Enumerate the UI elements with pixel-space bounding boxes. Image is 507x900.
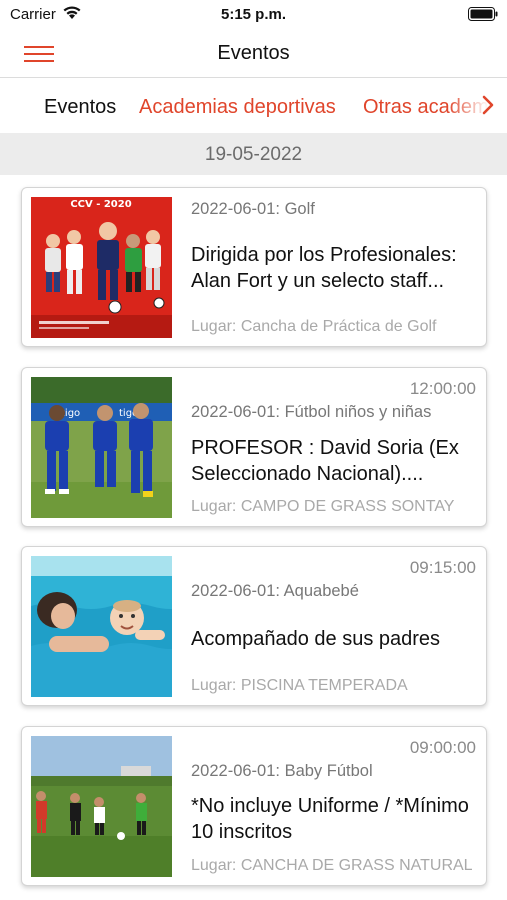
event-place: Lugar: CAMPO DE GRASS SONTAY [191, 498, 455, 515]
event-title: *No incluye Uniforme / *Mínimo 10 inscri… [191, 795, 469, 843]
event-card-baby-futbol[interactable]: 09:00:00 2022-06-01: Baby Fútbol *No inc… [21, 726, 487, 886]
tab-eventos[interactable]: Eventos [44, 96, 116, 119]
battery-icon [468, 7, 498, 21]
category-tabs: Eventos Academias deportivas Otras acade… [0, 80, 507, 132]
date-section-header: 19-05-2022 [0, 133, 507, 175]
tab-academias-deportivas[interactable]: Academias deportivas [139, 96, 336, 119]
event-title: Dirigida por los Profesionales: Alan For… [191, 244, 457, 292]
event-meta: 2022-06-01: Baby Fútbol [191, 762, 373, 780]
event-title: Acompañado de sus padres [191, 628, 441, 650]
event-meta: 2022-06-01: Fútbol niños y niñas [191, 403, 432, 421]
kids-football-photo: tigo tigo [31, 377, 172, 518]
hamburger-icon [24, 46, 54, 48]
golf-event-poster: CCV - 2020 [31, 197, 172, 338]
nav-header: Eventos [0, 30, 507, 78]
event-card-futbol[interactable]: tigo tigo 12:00:00 2022-06-01: Fútbol ni… [21, 367, 487, 527]
event-time: 09:15:00 [409, 558, 476, 577]
event-meta: 2022-06-01: Aquabebé [191, 582, 359, 600]
baby-swimming-photo [31, 556, 172, 697]
event-place: Lugar: Cancha de Práctica de Golf [191, 318, 437, 335]
status-clock: 5:15 p.m. [220, 6, 287, 23]
event-place: Lugar: CANCHA DE GRASS NATURAL [191, 857, 473, 874]
event-time: 12:00:00 [409, 379, 476, 398]
page-title: Eventos [217, 42, 290, 64]
event-title: PROFESOR : David Soria (Ex Seleccionado … [191, 437, 459, 485]
event-time: 09:00:00 [409, 738, 476, 757]
event-place: Lugar: PISCINA TEMPERADA [191, 677, 408, 694]
event-meta: 2022-06-01: Golf [191, 200, 315, 218]
status-bar: Carrier 5:15 p.m. [0, 0, 507, 30]
date-label: 19-05-2022 [204, 144, 303, 165]
event-card-aquabebe[interactable]: 09:15:00 2022-06-01: Aquabebé Acompañado… [21, 546, 487, 706]
svg-text:CCV - 2020: CCV - 2020 [70, 199, 131, 210]
hamburger-menu-button[interactable] [22, 42, 56, 66]
event-card-golf[interactable]: CCV - 2020 2022-06-01: Golf Dirigida por… [21, 187, 487, 347]
chevron-right-icon[interactable] [481, 94, 495, 116]
baby-football-photo [31, 736, 172, 877]
